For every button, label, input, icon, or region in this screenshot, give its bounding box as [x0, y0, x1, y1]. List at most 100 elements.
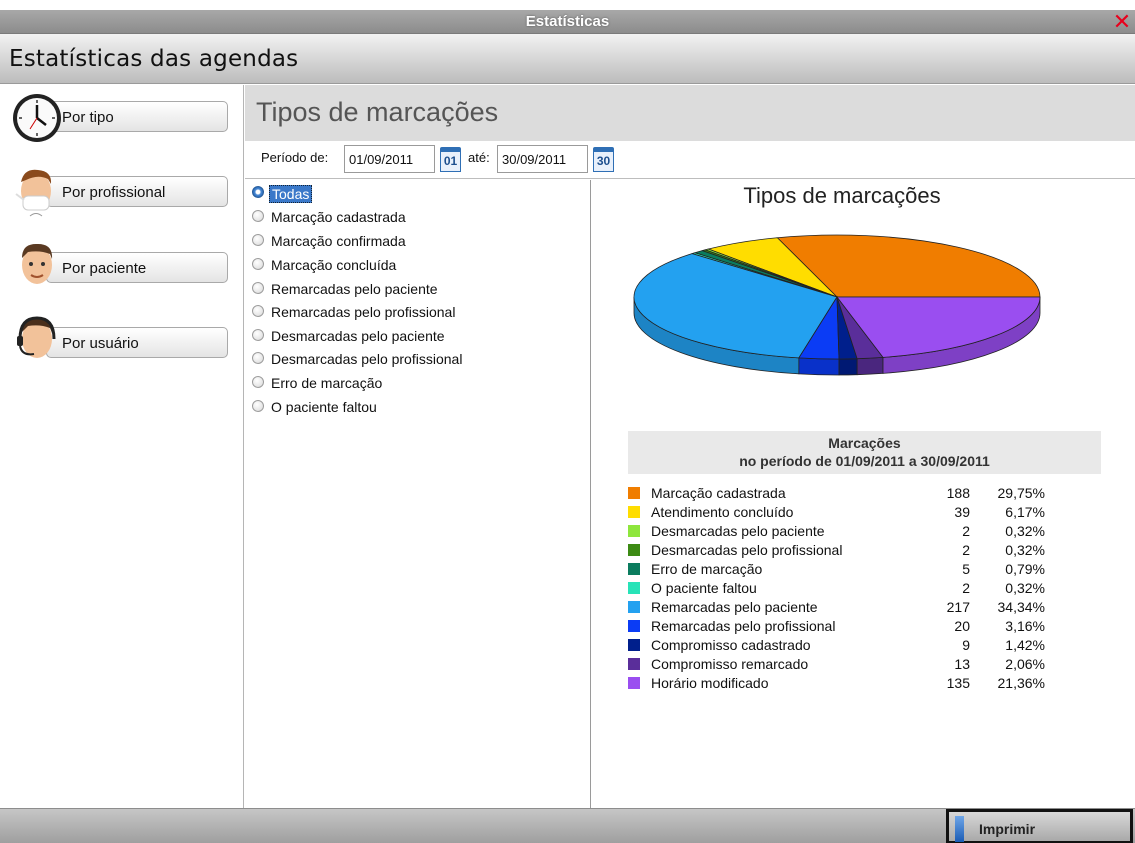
legend-swatch — [628, 620, 640, 632]
radio-desmarcadas-paciente[interactable]: Desmarcadas pelo paciente — [249, 324, 579, 346]
legend-count: 13 — [954, 656, 970, 672]
legend-swatch — [628, 658, 640, 670]
calendar-from-icon[interactable]: 01 — [440, 147, 461, 172]
legend-swatch — [628, 563, 640, 575]
radio-label: O paciente faltou — [271, 399, 377, 415]
nav-por-profissional-button[interactable]: Por profissional — [46, 176, 228, 207]
pie-slice-side — [798, 357, 840, 376]
calendar-from-day: 01 — [443, 154, 458, 168]
period-filter-row: Período de: 01/09/2011 01 até: 30/09/201… — [245, 141, 1135, 179]
calendar-to-icon[interactable]: 30 — [593, 147, 614, 172]
period-until-label: até: — [468, 150, 490, 165]
radio-label: Marcação confirmada — [271, 233, 406, 249]
legend-label: O paciente faltou — [651, 580, 757, 596]
legend-percent: 0,32% — [1005, 523, 1045, 539]
legend-count: 2 — [962, 523, 970, 539]
print-button-label: Imprimir — [979, 821, 1036, 837]
legend-percent: 29,75% — [997, 485, 1045, 501]
pie-chart — [633, 234, 1041, 376]
legend: Marcações no período de 01/09/2011 a 30/… — [628, 431, 1101, 691]
legend-count: 20 — [954, 618, 970, 634]
pie-slice-side — [856, 356, 884, 376]
chart-panel: Tipos de marcações Marcações no período … — [592, 180, 1135, 808]
legend-percent: 0,79% — [1005, 561, 1045, 577]
legend-label: Marcação cadastrada — [651, 485, 786, 501]
legend-row: Desmarcadas pelo profissional 2 0,32% — [628, 542, 1101, 561]
legend-percent: 0,32% — [1005, 580, 1045, 596]
radio-button[interactable] — [252, 400, 264, 412]
legend-row: Atendimento concluído 39 6,17% — [628, 504, 1101, 523]
legend-swatch — [628, 677, 640, 689]
radio-button[interactable] — [252, 282, 264, 294]
legend-count: 39 — [954, 504, 970, 520]
radio-desmarcadas-profissional[interactable]: Desmarcadas pelo profissional — [249, 347, 579, 369]
legend-swatch — [628, 639, 640, 651]
legend-label: Compromisso remarcado — [651, 656, 809, 672]
print-button[interactable]: Imprimir — [946, 809, 1133, 843]
legend-row: Remarcadas pelo profissional 20 3,16% — [628, 618, 1101, 637]
radio-button[interactable] — [252, 376, 264, 388]
filter-radio-list: Todas Marcação cadastrada Marcação confi… — [245, 180, 591, 808]
radio-label: Todas — [269, 185, 313, 203]
legend-row: Compromisso remarcado 13 2,06% — [628, 656, 1101, 675]
legend-heading: Marcações no período de 01/09/2011 a 30/… — [628, 431, 1101, 474]
legend-label: Remarcadas pelo profissional — [651, 618, 836, 634]
legend-row: Marcação cadastrada 188 29,75% — [628, 485, 1101, 504]
chart-title: Tipos de marcações — [743, 183, 941, 208]
legend-percent: 6,17% — [1005, 504, 1045, 520]
nav-por-tipo-button[interactable]: Por tipo — [46, 101, 228, 132]
legend-percent: 34,34% — [997, 599, 1045, 615]
legend-percent: 2,06% — [1005, 656, 1045, 672]
legend-count: 9 — [962, 637, 970, 653]
radio-erro-marcacao[interactable]: Erro de marcação — [249, 371, 579, 393]
clock-icon — [13, 94, 61, 142]
headset-user-icon — [17, 316, 56, 358]
calendar-to-day: 30 — [596, 154, 611, 168]
legend-row: Compromisso cadastrado 9 1,42% — [628, 637, 1101, 656]
nav-por-profissional-label: Por profissional — [62, 184, 166, 201]
nav-por-tipo-label: Por tipo — [62, 109, 114, 126]
legend-count: 5 — [962, 561, 970, 577]
radio-button[interactable] — [252, 258, 264, 270]
date-from-input[interactable]: 01/09/2011 — [344, 145, 435, 173]
page-header: Estatísticas das agendas — [0, 34, 1135, 84]
radio-paciente-faltou[interactable]: O paciente faltou — [249, 395, 579, 417]
legend-swatch — [628, 506, 640, 518]
legend-label: Remarcadas pelo paciente — [651, 599, 818, 615]
close-icon[interactable]: ✕ — [1111, 10, 1133, 34]
radio-remarcadas-profissional[interactable]: Remarcadas pelo profissional — [249, 300, 579, 322]
patient-icon — [22, 243, 53, 284]
date-to-input[interactable]: 30/09/2011 — [497, 145, 588, 173]
radio-todas[interactable]: Todas — [249, 181, 579, 203]
legend-count: 217 — [946, 599, 970, 615]
radio-button[interactable] — [252, 305, 264, 317]
print-button-accent — [955, 816, 964, 842]
radio-marcacao-cadastrada[interactable]: Marcação cadastrada — [249, 205, 579, 227]
radio-button[interactable] — [252, 352, 264, 364]
radio-marcacao-concluida[interactable]: Marcação concluída — [249, 253, 579, 275]
legend-count: 135 — [946, 675, 970, 691]
nav-por-paciente-button[interactable]: Por paciente — [46, 252, 228, 283]
legend-swatch — [628, 601, 640, 613]
period-from-label: Período de: — [261, 150, 329, 165]
radio-label: Desmarcadas pelo profissional — [271, 351, 463, 367]
radio-remarcadas-paciente[interactable]: Remarcadas pelo paciente — [249, 277, 579, 299]
legend-row: O paciente faltou 2 0,32% — [628, 580, 1101, 599]
legend-label: Compromisso cadastrado — [651, 637, 811, 653]
legend-label: Atendimento concluído — [651, 504, 794, 520]
radio-button-selected[interactable] — [252, 186, 264, 198]
legend-row: Erro de marcação 5 0,79% — [628, 561, 1101, 580]
radio-marcacao-confirmada[interactable]: Marcação confirmada — [249, 229, 579, 251]
legend-label: Desmarcadas pelo paciente — [651, 523, 825, 539]
legend-percent: 0,32% — [1005, 542, 1045, 558]
legend-swatch — [628, 525, 640, 537]
radio-button[interactable] — [252, 234, 264, 246]
window-titlebar: Estatísticas ✕ — [0, 10, 1135, 34]
radio-button[interactable] — [252, 210, 264, 222]
legend-swatch — [628, 544, 640, 556]
radio-button[interactable] — [252, 329, 264, 341]
window-title: Estatísticas — [525, 13, 610, 30]
legend-row: Horário modificado 135 21,36% — [628, 675, 1101, 694]
pie-slice-side — [838, 358, 858, 376]
nav-por-usuario-button[interactable]: Por usuário — [46, 327, 228, 358]
